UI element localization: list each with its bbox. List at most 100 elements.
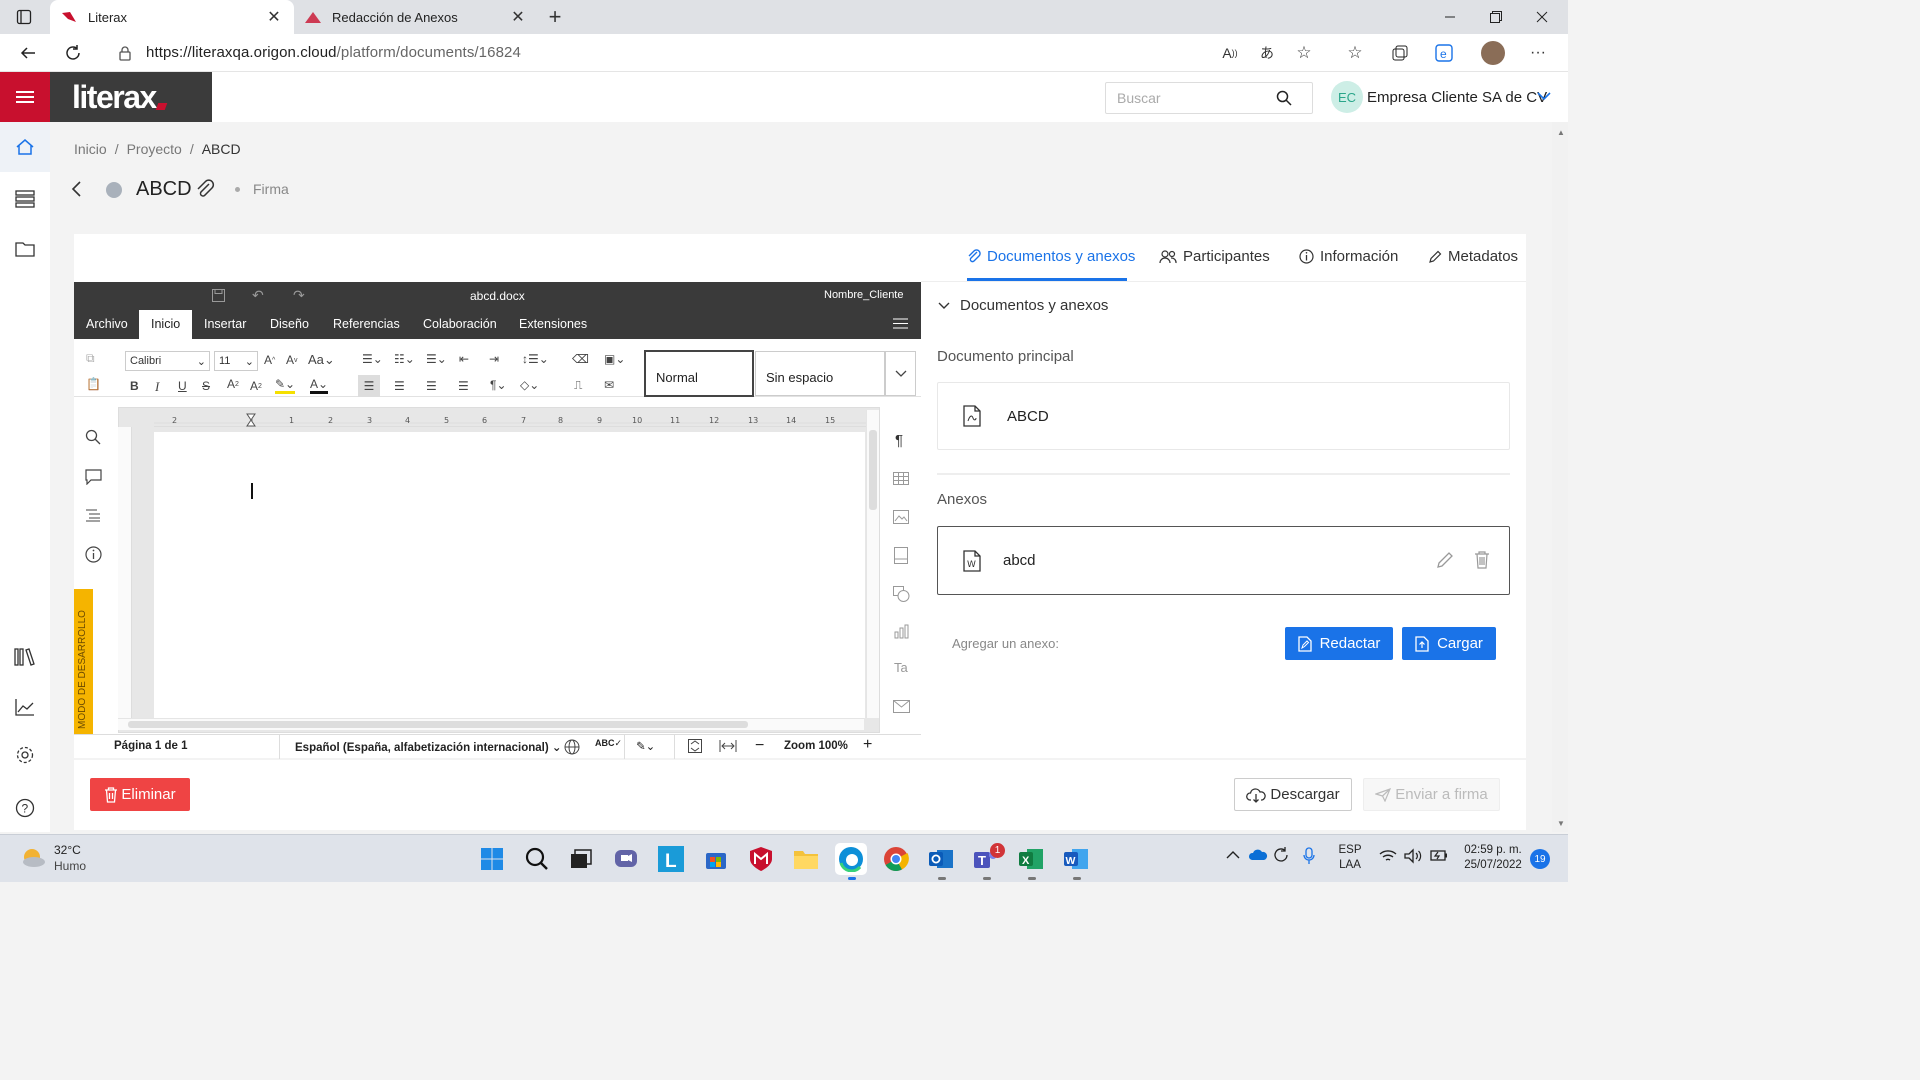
analytics-icon[interactable]: [0, 682, 50, 732]
clear-format-icon[interactable]: ⌫: [572, 352, 589, 366]
underline-icon[interactable]: U: [178, 379, 187, 393]
download-button[interactable]: Descargar: [1234, 778, 1352, 811]
notification-center-badge[interactable]: 19: [1530, 849, 1550, 869]
trash-icon[interactable]: [1474, 551, 1490, 569]
browser-tab-literax[interactable]: Literax ✕: [50, 0, 294, 34]
edit-pencil-icon[interactable]: [1436, 551, 1454, 569]
grow-font-icon[interactable]: A ^: [264, 353, 275, 367]
numbering-icon[interactable]: ☷⌄: [394, 352, 415, 366]
borders-icon[interactable]: ▣⌄: [604, 352, 625, 366]
onedrive-icon[interactable]: [1248, 848, 1268, 861]
zoom-in-icon[interactable]: +: [863, 736, 872, 754]
redactar-button[interactable]: Redactar: [1285, 627, 1393, 660]
sync-icon[interactable]: [1272, 846, 1290, 864]
edge-ie-mode-icon[interactable]: e: [1428, 37, 1460, 69]
decrease-indent-icon[interactable]: ⇤: [459, 352, 469, 366]
new-tab-icon[interactable]: +: [539, 1, 571, 33]
vertical-ruler[interactable]: [118, 427, 132, 719]
paragraph-marks-icon[interactable]: ¶⌄: [490, 378, 507, 392]
editor-horizontal-scrollbar[interactable]: [118, 718, 864, 730]
minimize-icon[interactable]: [1427, 0, 1473, 34]
bold-icon[interactable]: B: [130, 379, 139, 393]
windows-start-icon[interactable]: [476, 843, 508, 875]
microphone-icon[interactable]: [1303, 847, 1315, 865]
app-logo[interactable]: literax: [50, 72, 212, 122]
paperclip-icon[interactable]: [194, 178, 216, 200]
annex-item[interactable]: W abcd: [937, 526, 1510, 595]
word-icon[interactable]: W: [1060, 843, 1092, 875]
tab-actions-icon[interactable]: [8, 1, 40, 33]
microsoft-store-icon[interactable]: [700, 843, 732, 875]
chrome-icon[interactable]: [880, 843, 912, 875]
cargar-button[interactable]: Cargar: [1402, 627, 1496, 660]
help-icon[interactable]: ?: [0, 783, 50, 833]
home-icon[interactable]: [0, 122, 50, 172]
paste-icon[interactable]: 📋: [86, 377, 101, 391]
favorites-icon[interactable]: ☆: [1339, 37, 1371, 69]
reload-icon[interactable]: [57, 37, 89, 69]
profile-avatar[interactable]: [1481, 41, 1505, 65]
file-explorer-icon[interactable]: [790, 843, 822, 875]
folder-icon[interactable]: [0, 224, 50, 274]
find-icon[interactable]: [85, 429, 101, 445]
subscript-icon[interactable]: A2: [250, 379, 262, 393]
excel-icon[interactable]: X: [1015, 843, 1047, 875]
url-field[interactable]: https://literaxqa.origon.cloud/platform/…: [100, 37, 1326, 68]
increase-indent-icon[interactable]: ⇥: [489, 352, 499, 366]
highlight-icon[interactable]: ✎⌄: [275, 377, 296, 394]
window-close-icon[interactable]: [1519, 0, 1565, 34]
menu-inicio[interactable]: Inicio: [139, 310, 193, 339]
menu-extensiones[interactable]: Extensiones: [507, 310, 599, 339]
section-toggle[interactable]: Documentos y anexos: [938, 297, 1108, 314]
company-name[interactable]: Empresa Cliente SA de CV: [1367, 89, 1547, 106]
style-sin-espacio[interactable]: Sin espacio: [755, 351, 885, 396]
delete-button[interactable]: Eliminar: [90, 778, 190, 811]
header-footer-icon[interactable]: [894, 547, 908, 564]
add-favorite-icon[interactable]: ☆: [1288, 37, 1320, 69]
info-icon[interactable]: [85, 546, 102, 563]
font-color-icon[interactable]: A⌄: [310, 377, 329, 394]
search-input[interactable]: [1106, 90, 1276, 106]
copy-icon[interactable]: ⧉: [86, 351, 95, 366]
more-options-icon[interactable]: ···: [1522, 37, 1554, 69]
spellcheck-icon[interactable]: ABC✓: [595, 738, 622, 749]
breadcrumb-inicio[interactable]: Inicio: [74, 141, 107, 157]
bullets-icon[interactable]: ☰⌄: [362, 352, 383, 366]
documents-list-icon[interactable]: [0, 174, 50, 224]
menu-archivo[interactable]: Archivo: [74, 310, 140, 339]
library-icon[interactable]: [0, 632, 50, 682]
text-art-icon[interactable]: Ta: [894, 660, 908, 675]
browser-tab-redaccion[interactable]: Redacción de Anexos ✕: [294, 0, 538, 34]
shading-icon[interactable]: ◇⌄: [520, 378, 539, 392]
task-view-icon[interactable]: [565, 843, 597, 875]
table-settings-icon[interactable]: [893, 472, 909, 485]
tab-documentos-anexos[interactable]: Documentos y anexos: [967, 248, 1135, 265]
format-painter-icon[interactable]: ⎍: [574, 378, 582, 393]
clock[interactable]: 02:59 p. m. 25/07/2022: [1458, 843, 1528, 873]
strikethrough-icon[interactable]: S: [202, 379, 210, 393]
outlook-icon[interactable]: [925, 843, 957, 875]
mcafee-icon[interactable]: [745, 843, 777, 875]
fit-width-icon[interactable]: [719, 739, 737, 753]
breadcrumb-proyecto[interactable]: Proyecto: [127, 141, 182, 157]
font-family-select[interactable]: Calibri ⌄: [125, 351, 210, 371]
edge-browser-icon[interactable]: [835, 843, 867, 875]
fit-page-icon[interactable]: [688, 739, 702, 753]
editor-client-field[interactable]: Nombre_Cliente: [824, 289, 903, 301]
menu-diseno[interactable]: Diseño: [258, 310, 321, 339]
volume-icon[interactable]: [1404, 848, 1422, 864]
editor-menu-icon[interactable]: [893, 317, 908, 330]
change-case-icon[interactable]: Aa⌄: [308, 352, 335, 368]
chevron-down-icon[interactable]: [1537, 89, 1551, 103]
menu-insertar[interactable]: Insertar: [192, 310, 258, 339]
maximize-icon[interactable]: [1473, 0, 1519, 34]
align-right-icon[interactable]: ☰: [426, 379, 437, 393]
tab-participantes[interactable]: Participantes: [1159, 248, 1270, 265]
justify-icon[interactable]: ☰: [458, 379, 469, 393]
zoom-out-icon[interactable]: −: [755, 737, 764, 755]
settings-gear-icon[interactable]: [0, 730, 50, 780]
battery-icon[interactable]: [1430, 849, 1448, 862]
menu-colaboracion[interactable]: Colaboración: [411, 310, 509, 339]
read-aloud-icon[interactable]: A)): [1214, 37, 1246, 69]
language-select[interactable]: Español (España, alfabetización internac…: [295, 740, 562, 754]
